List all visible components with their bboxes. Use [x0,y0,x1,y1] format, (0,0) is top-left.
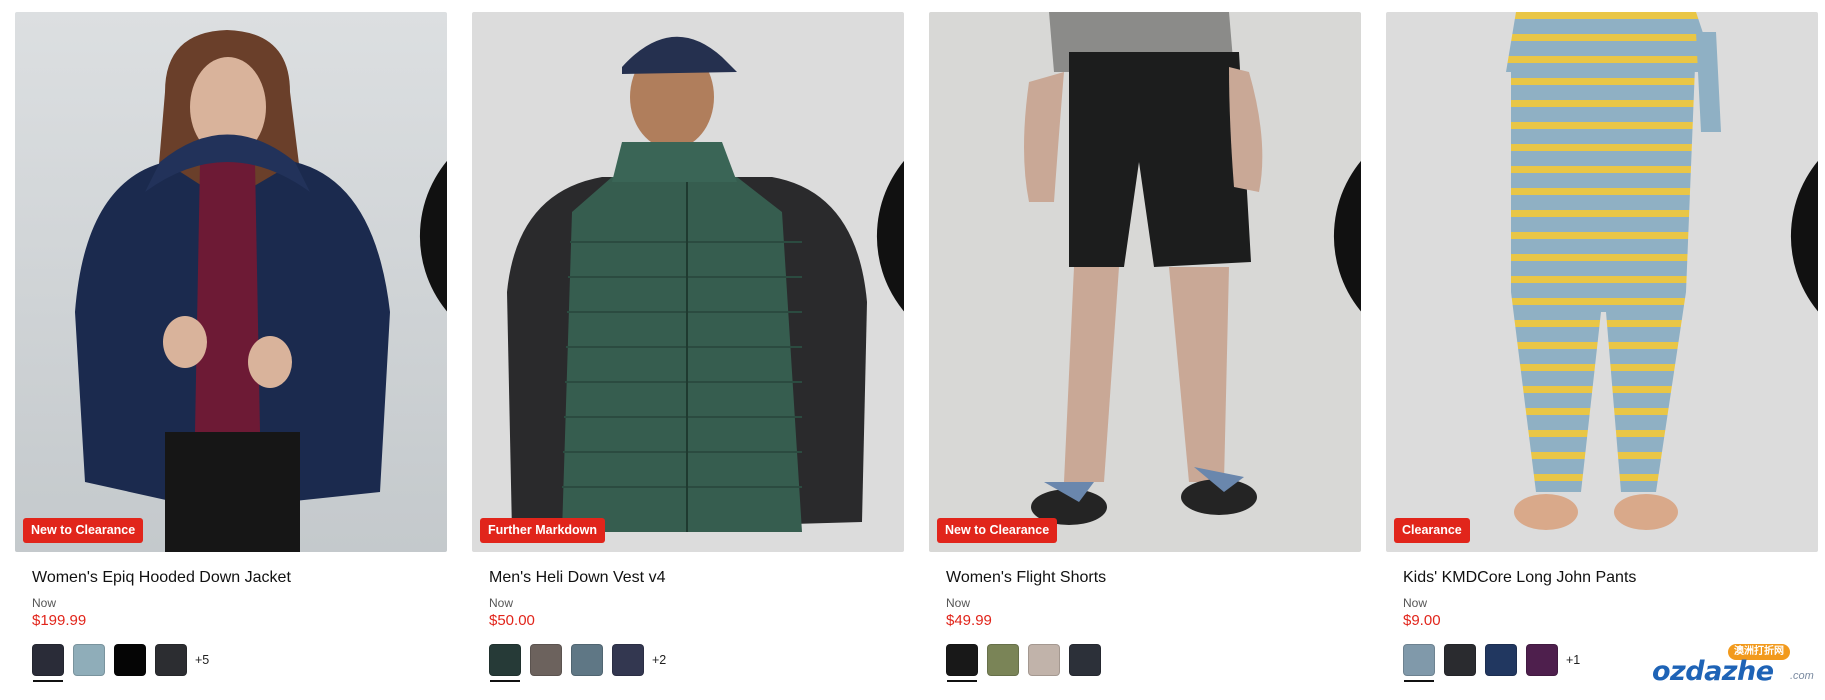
color-swatch[interactable] [32,644,64,682]
heart-outline-icon [876,161,904,312]
product-price: $9.00 [1403,612,1441,629]
wishlist-button[interactable] [860,24,904,312]
color-swatch[interactable] [1526,644,1558,676]
long-john-pants-photo [1386,12,1818,552]
color-swatch[interactable] [530,644,562,676]
watermark-text: ozdazhe [1652,656,1774,687]
color-swatches: +5 [32,644,209,682]
product-image[interactable]: Clearance [1386,12,1818,552]
heart-outline-icon [1333,161,1361,312]
color-swatch[interactable] [987,644,1019,676]
heart-outline-icon [419,161,447,312]
color-swatch[interactable] [946,644,978,682]
now-label: Now [946,596,971,610]
color-swatch[interactable] [489,644,521,682]
product-image[interactable]: New to Clearance [15,12,447,552]
color-swatch[interactable] [1069,644,1101,676]
status-badge: Further Markdown [480,518,606,543]
now-label: Now [1403,596,1428,610]
more-colors-count[interactable]: +1 [1566,653,1580,667]
more-colors-count[interactable]: +5 [195,653,209,667]
watermark-logo: 澳洲打折网 ozdazhe .com [1640,642,1820,690]
color-swatch[interactable] [571,644,603,676]
color-swatch[interactable] [612,644,644,676]
product-image[interactable]: Further Markdown [472,12,904,552]
product-card[interactable]: New to Clearance Women's Epiq Hooded Dow… [15,12,447,700]
now-label: Now [489,596,514,610]
color-swatches: +1 [1403,644,1580,682]
more-colors-count[interactable]: +2 [652,653,666,667]
status-badge: Clearance [1394,518,1470,543]
shorts-photo [929,12,1361,552]
product-card[interactable]: Further Markdown Men's Heli Down Vest v4… [472,12,904,700]
now-label: Now [32,596,57,610]
heart-outline-icon [1790,161,1818,312]
product-price: $49.99 [946,612,992,629]
product-price: $50.00 [489,612,535,629]
color-swatch[interactable] [114,644,146,676]
color-swatch[interactable] [1444,644,1476,676]
color-swatch[interactable] [1028,644,1060,676]
product-title[interactable]: Women's Epiq Hooded Down Jacket [32,569,291,587]
color-swatch[interactable] [1403,644,1435,682]
color-swatch[interactable] [1485,644,1517,676]
product-price: $199.99 [32,612,87,629]
product-image[interactable]: New to Clearance [929,12,1361,552]
product-card[interactable]: New to Clearance Women's Flight Shorts N… [929,12,1361,700]
wishlist-button[interactable] [403,24,447,312]
color-swatch[interactable] [73,644,105,676]
color-swatches: +2 [489,644,666,682]
jacket-photo [15,12,447,552]
vest-photo [472,12,904,552]
status-badge: New to Clearance [23,518,144,543]
product-card[interactable]: Clearance Kids' KMDCore Long John Pants … [1386,12,1818,700]
wishlist-button[interactable] [1774,24,1818,312]
color-swatches [946,644,1109,682]
watermark-suffix: .com [1790,670,1814,682]
product-grid: New to Clearance Women's Epiq Hooded Dow… [15,12,1818,700]
product-title[interactable]: Women's Flight Shorts [946,569,1106,587]
color-swatch[interactable] [155,644,187,676]
wishlist-button[interactable] [1317,24,1361,312]
product-title[interactable]: Men's Heli Down Vest v4 [489,569,665,587]
product-title[interactable]: Kids' KMDCore Long John Pants [1403,569,1636,587]
status-badge: New to Clearance [937,518,1058,543]
